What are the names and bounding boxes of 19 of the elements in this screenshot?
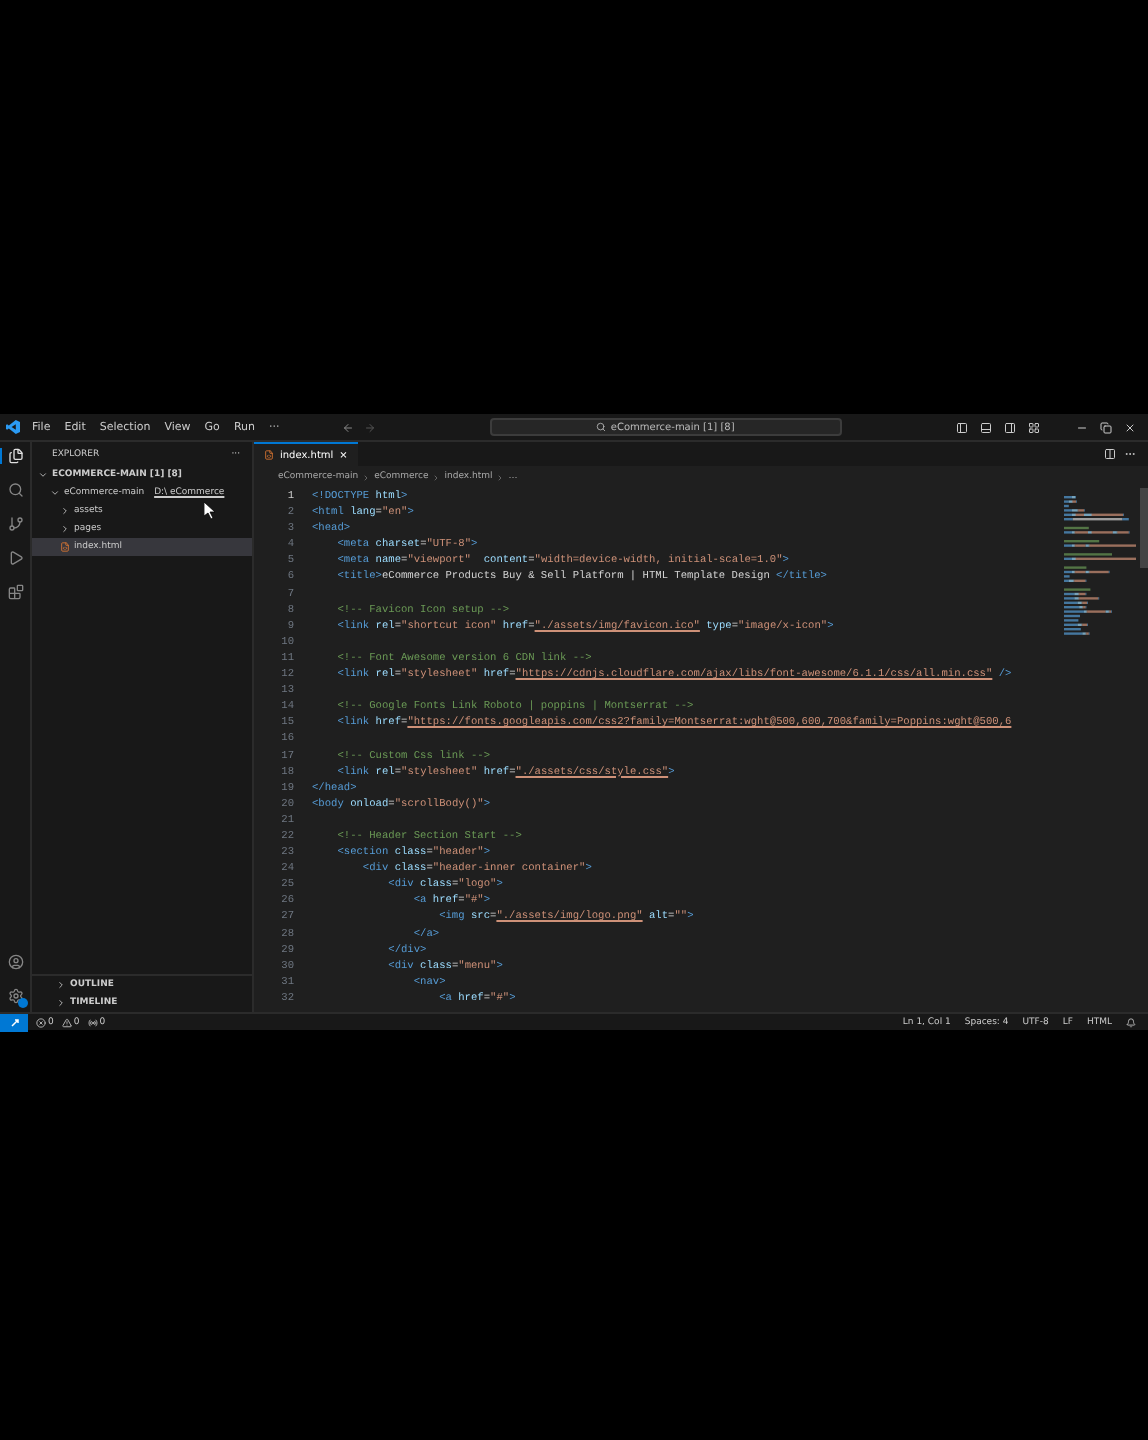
notifications-icon[interactable] <box>1126 1017 1136 1027</box>
minimize-icon[interactable] <box>1075 421 1088 433</box>
editor-logo-icon <box>6 420 20 434</box>
account-icon[interactable] <box>7 954 23 970</box>
panel-toggle-icon[interactable] <box>979 421 992 433</box>
mouse-pointer-icon <box>204 502 216 520</box>
remote-button[interactable] <box>0 1013 28 1031</box>
html-file-icon <box>264 450 274 460</box>
remote-icon <box>9 1017 19 1027</box>
search-icon <box>596 422 607 432</box>
sidebar-toggle-icon[interactable] <box>955 421 968 433</box>
split-editor-icon[interactable] <box>1104 448 1116 460</box>
settings-icon[interactable] <box>7 988 23 1004</box>
close-icon[interactable] <box>1123 421 1136 433</box>
back-icon[interactable] <box>341 421 354 433</box>
restore-icon[interactable] <box>1099 421 1112 433</box>
html-file-icon <box>60 542 70 552</box>
layout-icon[interactable] <box>1027 421 1040 433</box>
secondary-sidebar-icon[interactable] <box>1003 421 1016 433</box>
